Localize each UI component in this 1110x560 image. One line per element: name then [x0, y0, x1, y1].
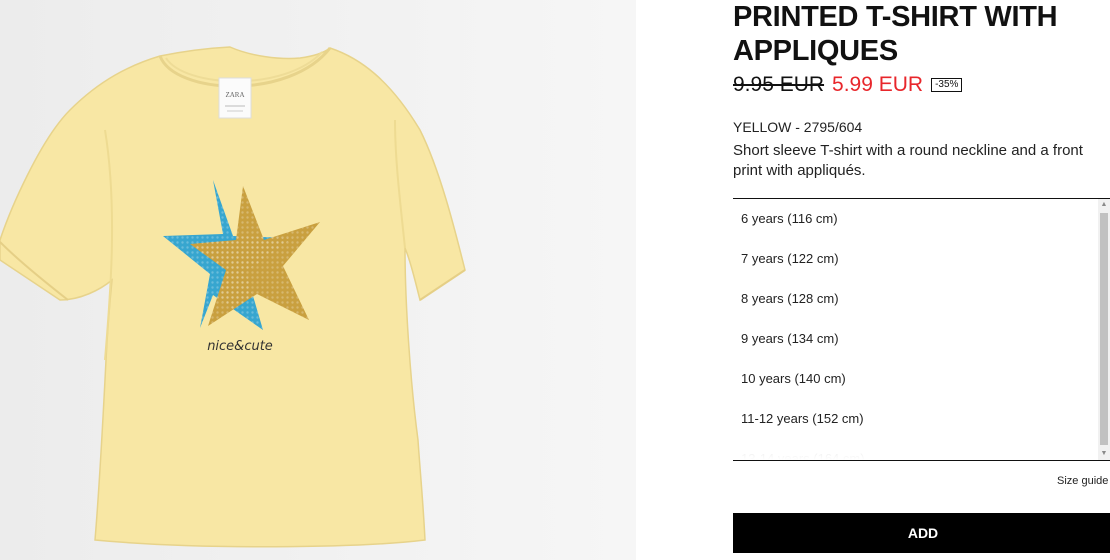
- size-option[interactable]: 10 years (140 cm): [741, 359, 1091, 399]
- size-option[interactable]: 13-14 years (164 cm): [741, 439, 1091, 460]
- scroll-up-arrow-icon[interactable]: ▲: [1098, 199, 1110, 211]
- add-to-bag-button[interactable]: ADD: [733, 513, 1110, 553]
- size-option[interactable]: 11-12 years (152 cm): [741, 399, 1091, 439]
- price-row: 9.95 EUR 5.99 EUR -35%: [733, 72, 963, 98]
- brand-tag-text: ZARA: [225, 91, 244, 99]
- product-description: Short sleeve T-shirt with a round neckli…: [733, 142, 1083, 179]
- color-code: YELLOW - 2795/604: [733, 119, 863, 135]
- product-image[interactable]: ZARA nice&cute: [0, 0, 636, 560]
- size-option[interactable]: 7 years (122 cm): [741, 239, 1091, 279]
- tshirt-photo: ZARA nice&cute: [0, 0, 636, 560]
- old-price: 9.95 EUR: [733, 73, 825, 96]
- size-list[interactable]: 6 years (116 cm) 7 years (122 cm) 8 year…: [733, 198, 1110, 461]
- size-option[interactable]: 9 years (134 cm): [741, 319, 1091, 359]
- discount-badge: -35%: [931, 78, 963, 92]
- size-guide-link[interactable]: Size guide: [1057, 475, 1108, 487]
- sale-price: 5.99 EUR: [832, 73, 924, 96]
- product-details: PRINTED T-SHIRT WITH APPLIQUES 9.95 EUR …: [733, 0, 1110, 560]
- print-text: nice&cute: [207, 339, 273, 354]
- scroll-down-arrow-icon[interactable]: ▼: [1098, 448, 1110, 460]
- size-option[interactable]: 6 years (116 cm): [741, 199, 1091, 239]
- size-option[interactable]: 8 years (128 cm): [741, 279, 1091, 319]
- product-title: PRINTED T-SHIRT WITH APPLIQUES: [733, 1, 1058, 67]
- scrollbar[interactable]: ▲ ▼: [1098, 199, 1110, 460]
- scroll-thumb[interactable]: [1100, 213, 1108, 445]
